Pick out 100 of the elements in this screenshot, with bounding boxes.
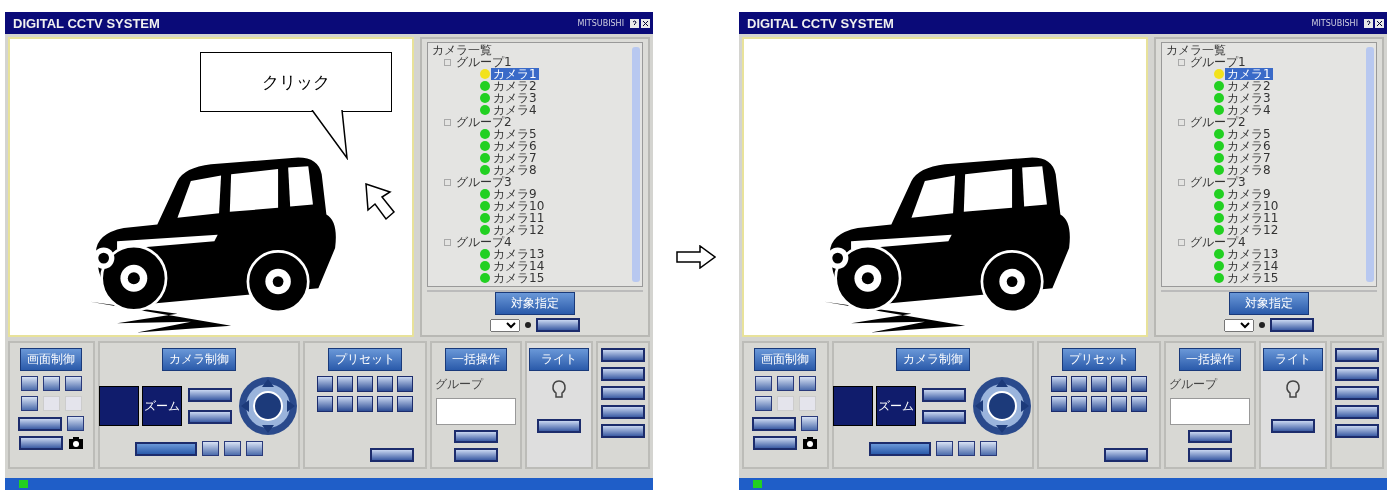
menu-button[interactable]	[601, 386, 645, 400]
tree-item[interactable]: カメラ8	[491, 164, 539, 176]
register-button[interactable]	[369, 448, 414, 462]
expand-toggle[interactable]	[1178, 58, 1185, 66]
batch-button[interactable]	[1187, 429, 1232, 444]
tree-item[interactable]: カメラ1	[491, 68, 539, 80]
scrollbar[interactable]	[632, 47, 640, 282]
tree-item[interactable]: カメラ14	[491, 260, 547, 272]
group-field[interactable]	[435, 398, 516, 425]
layout-button[interactable]	[754, 376, 772, 391]
menu-button[interactable]	[1335, 386, 1379, 400]
tree-item[interactable]: グループ1	[1188, 56, 1248, 68]
layout-button[interactable]	[754, 396, 772, 411]
scrollbar[interactable]	[1366, 47, 1374, 282]
expand-toggle[interactable]	[444, 238, 451, 246]
tree-item[interactable]: グループ4	[454, 236, 514, 248]
layout-button[interactable]	[801, 416, 819, 431]
tree-item[interactable]: カメラ7	[1225, 152, 1273, 164]
tree-item[interactable]: グループ1	[454, 56, 514, 68]
tree-item[interactable]: カメラ6	[1225, 140, 1273, 152]
expand-toggle[interactable]	[444, 118, 451, 126]
menu-button[interactable]	[601, 405, 645, 419]
auto-button[interactable]	[922, 410, 967, 424]
zoom-pad[interactable]: ズーム	[876, 386, 917, 426]
tree-item[interactable]: カメラ一覧	[1164, 44, 1228, 56]
tree-item[interactable]: カメラ14	[1225, 260, 1281, 272]
tree-item[interactable]: カメラ4	[491, 104, 539, 116]
target-button[interactable]: 対象指定	[1229, 292, 1309, 315]
tree-item[interactable]: グループ2	[1188, 116, 1248, 128]
preset-number-button[interactable]	[1070, 396, 1087, 412]
preset-number-button[interactable]	[1070, 376, 1087, 392]
mode-button[interactable]	[752, 416, 797, 431]
preset-number-button[interactable]	[316, 396, 333, 412]
apply-button[interactable]	[1270, 318, 1314, 332]
menu-button[interactable]	[1335, 367, 1379, 381]
layout-button[interactable]	[798, 376, 816, 391]
tree-item[interactable]: カメラ4	[1225, 104, 1273, 116]
focus-pad[interactable]	[833, 386, 874, 426]
batch-operation-button[interactable]: 一括操作	[1178, 348, 1241, 371]
tree-item[interactable]: カメラ5	[491, 128, 539, 140]
tree-item[interactable]: カメラ8	[1225, 164, 1273, 176]
light-button[interactable]: ライト	[529, 348, 589, 371]
small-button[interactable]	[979, 441, 997, 456]
tree-item[interactable]: カメラ11	[491, 212, 547, 224]
focus-pad[interactable]	[99, 386, 140, 426]
small-button[interactable]	[245, 441, 263, 456]
preset-number-button[interactable]	[356, 396, 373, 412]
mode-button[interactable]	[18, 416, 63, 431]
tree-item[interactable]: カメラ10	[491, 200, 547, 212]
preset-number-button[interactable]	[376, 396, 393, 412]
preset-number-button[interactable]	[1110, 396, 1127, 412]
light-button[interactable]: ライト	[1263, 348, 1323, 371]
tree-item[interactable]: カメラ11	[1225, 212, 1281, 224]
tree-item[interactable]: カメラ5	[1225, 128, 1273, 140]
small-button[interactable]	[201, 441, 219, 456]
batch-button[interactable]	[1187, 448, 1232, 462]
preset-number-button[interactable]	[336, 376, 353, 392]
preset-number-button[interactable]	[396, 376, 413, 392]
tree-item[interactable]: カメラ7	[491, 152, 539, 164]
tree-item[interactable]: カメラ2	[1225, 80, 1273, 92]
tree-item[interactable]: カメラ10	[1225, 200, 1281, 212]
screen-control-button[interactable]: 画面制御	[20, 348, 83, 371]
camera-control-button[interactable]: カメラ制御	[895, 348, 970, 371]
auto-button[interactable]	[188, 410, 233, 424]
batch-operation-button[interactable]: 一括操作	[444, 348, 507, 371]
menu-button[interactable]	[1335, 424, 1379, 438]
tree-item[interactable]: カメラ9	[491, 188, 539, 200]
menu-button[interactable]	[1335, 405, 1379, 419]
menu-button[interactable]	[1335, 348, 1379, 362]
preset-number-button[interactable]	[1050, 376, 1067, 392]
layout-button[interactable]	[64, 376, 82, 391]
expand-toggle[interactable]	[1178, 118, 1185, 126]
apply-button[interactable]	[536, 318, 580, 332]
preset-button[interactable]: プリセット	[327, 348, 402, 371]
small-button[interactable]	[223, 441, 241, 456]
preset-number-button[interactable]	[316, 376, 333, 392]
auto-button[interactable]	[922, 388, 967, 402]
small-button[interactable]	[957, 441, 975, 456]
speed-button[interactable]	[134, 441, 197, 456]
tree-item[interactable]: カメラ15	[491, 272, 547, 284]
layout-button[interactable]	[20, 396, 38, 411]
screen-control-button[interactable]: 画面制御	[754, 348, 817, 371]
tree-item[interactable]: カメラ3	[1225, 92, 1273, 104]
preset-button[interactable]: プリセット	[1061, 348, 1136, 371]
target-button[interactable]: 対象指定	[495, 292, 575, 315]
menu-button[interactable]	[601, 348, 645, 362]
preset-number-button[interactable]	[1130, 396, 1147, 412]
expand-toggle[interactable]	[444, 58, 451, 66]
tree-item[interactable]: グループ4	[1188, 236, 1248, 248]
preset-number-button[interactable]	[1090, 376, 1107, 392]
count-dropdown[interactable]	[490, 318, 520, 332]
layout-button[interactable]	[20, 376, 38, 391]
batch-button[interactable]	[453, 429, 498, 444]
menu-button[interactable]	[601, 424, 645, 438]
light-toggle-button[interactable]	[537, 419, 581, 433]
layout-button[interactable]	[42, 376, 60, 391]
tree-item[interactable]: グループ2	[454, 116, 514, 128]
group-field[interactable]	[1169, 398, 1250, 425]
preset-number-button[interactable]	[376, 376, 393, 392]
tree-item[interactable]: カメラ9	[1225, 188, 1273, 200]
